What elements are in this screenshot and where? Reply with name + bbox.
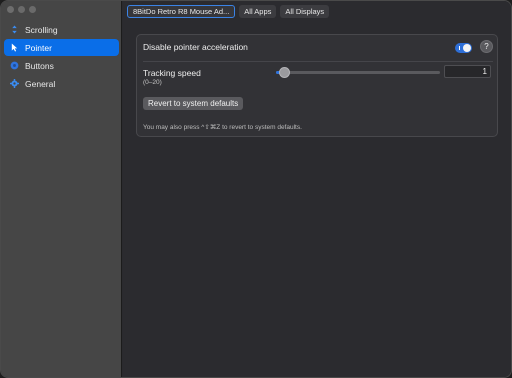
sidebar-item-buttons[interactable]: Buttons — [4, 57, 119, 74]
sidebar-item-general[interactable]: General — [4, 75, 119, 92]
revert-defaults-button[interactable]: Revert to system defaults — [143, 97, 244, 110]
sidebar-item-label: Pointer — [25, 42, 52, 53]
tab-all-apps[interactable]: All Apps — [239, 5, 277, 18]
pointer-arrow-icon — [10, 43, 19, 52]
device-scope-tabs: 8BitDo Retro R8 Mouse Ad... All Apps All… — [127, 5, 330, 18]
close-window-button[interactable] — [7, 6, 14, 13]
sidebar-item-pointer[interactable]: Pointer — [4, 39, 119, 56]
sidebar-item-label: Buttons — [25, 60, 54, 71]
maximize-window-button[interactable] — [29, 6, 36, 13]
tab-all-displays[interactable]: All Displays — [280, 5, 330, 18]
sidebar: Scrolling Pointer Buttons General — [1, 1, 122, 377]
accel-toggle[interactable] — [455, 43, 472, 53]
pointer-settings-panel: Disable pointer acceleration ? Tracking … — [136, 34, 498, 137]
sidebar-item-label: General — [25, 78, 56, 89]
tracking-speed-label: Tracking speed — [143, 68, 201, 78]
tracking-speed-input[interactable]: 1 — [444, 65, 491, 78]
accel-label: Disable pointer acceleration — [143, 42, 248, 52]
buttons-circle-icon — [10, 61, 19, 70]
revert-hint-text: You may also press ^⇧⌘Z to revert to sys… — [143, 124, 302, 131]
tracking-speed-slider[interactable] — [276, 67, 440, 78]
tab-device[interactable]: 8BitDo Retro R8 Mouse Ad... — [127, 5, 236, 18]
app-window: Scrolling Pointer Buttons General 8BitDo… — [0, 0, 512, 378]
gear-icon — [10, 79, 19, 88]
scroll-arrows-icon — [10, 25, 19, 34]
sidebar-nav: Scrolling Pointer Buttons General — [4, 21, 119, 93]
minimize-window-button[interactable] — [18, 6, 25, 13]
sidebar-item-scrolling[interactable]: Scrolling — [4, 21, 119, 38]
toggle-knob — [463, 44, 471, 52]
slider-thumb[interactable] — [279, 67, 290, 78]
sidebar-item-label: Scrolling — [25, 24, 58, 35]
divider — [143, 61, 493, 62]
main-content: 8BitDo Retro R8 Mouse Ad... All Apps All… — [123, 1, 511, 377]
help-button[interactable]: ? — [480, 40, 493, 53]
tracking-speed-range: (0–20) — [143, 79, 162, 86]
window-controls — [7, 6, 36, 13]
